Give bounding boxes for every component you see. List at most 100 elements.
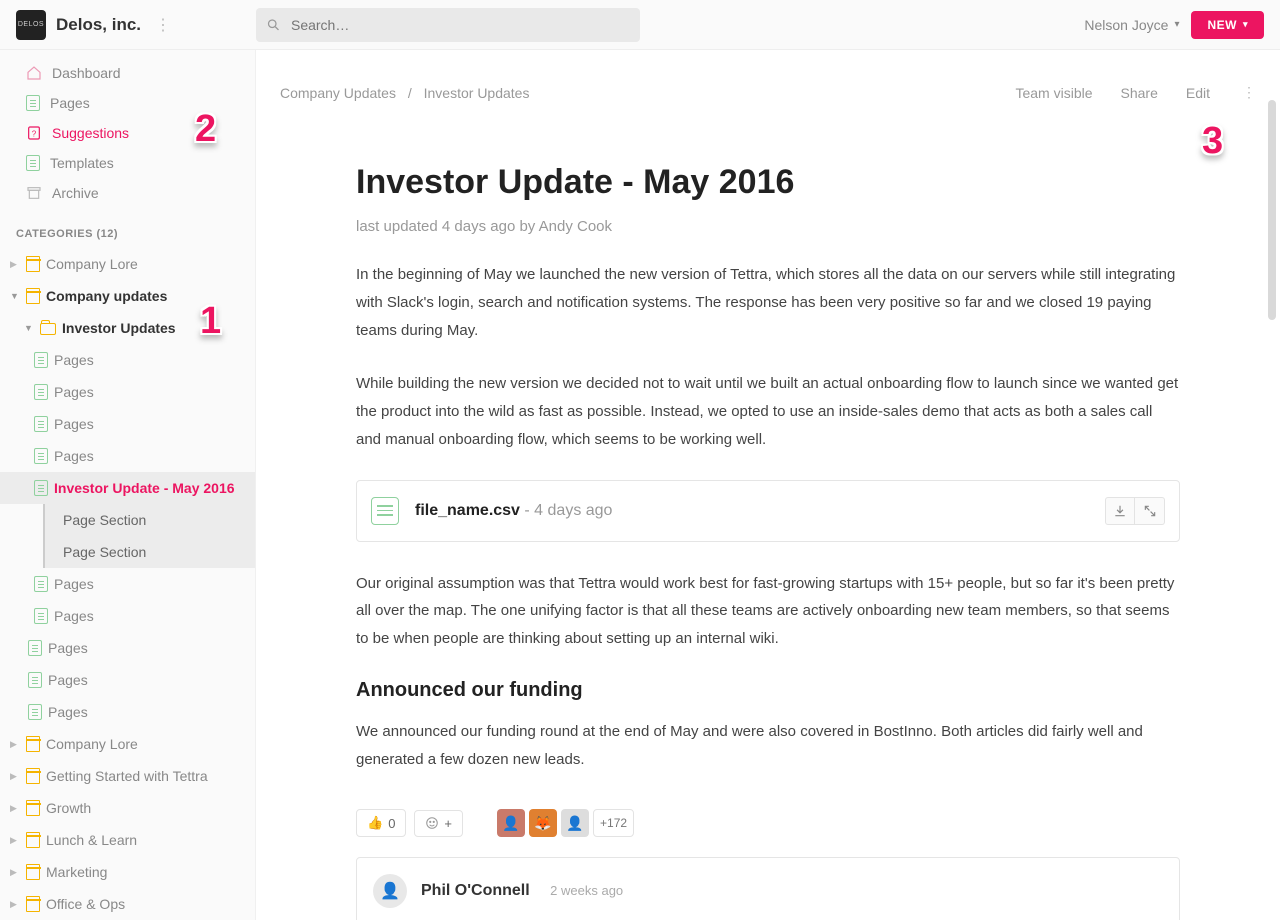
categories-header: CATEGORIES (12) [0, 208, 255, 248]
caret-right-icon: ▶ [10, 867, 20, 878]
page-section-link[interactable]: Page Section [43, 504, 255, 536]
cat-growth[interactable]: ▶Growth [0, 792, 255, 824]
chevron-down-icon: ▾ [1243, 19, 1248, 30]
annotation-1: 1 [200, 300, 244, 350]
page-menu-icon[interactable]: ⋮ [1238, 80, 1260, 105]
viewer-avatar[interactable]: 👤 [497, 809, 525, 837]
tree-page[interactable]: Pages [0, 440, 255, 472]
page-icon [34, 608, 48, 624]
cat-lunch-learn[interactable]: ▶Lunch & Learn [0, 824, 255, 856]
new-button[interactable]: NEW ▾ [1191, 11, 1264, 39]
tree-page[interactable]: Pages [0, 408, 255, 440]
search-input[interactable] [289, 16, 630, 34]
comment-author: Phil O'Connell [421, 882, 530, 899]
thumbs-up-icon: 👍 [367, 815, 383, 831]
attachment-card: file_name.csv - 4 days ago [356, 480, 1180, 542]
category-icon [26, 288, 40, 304]
caret-right-icon: ▶ [10, 259, 20, 270]
chevron-down-icon: ▾ [1174, 19, 1179, 30]
page-icon [28, 704, 42, 720]
page-section-link[interactable]: Page Section [43, 536, 255, 568]
attachment-meta: - 4 days ago [520, 502, 613, 519]
download-icon [1113, 504, 1127, 518]
comment-time: 2 weeks ago [550, 883, 623, 898]
page-icon [34, 352, 48, 368]
cat-office-ops[interactable]: ▶Office & Ops [0, 888, 255, 920]
category-icon [26, 832, 40, 848]
main-content: Company Updates / Investor Updates Team … [256, 50, 1280, 920]
tree-page[interactable]: Pages [0, 568, 255, 600]
svg-text:?: ? [32, 129, 37, 138]
home-icon [26, 65, 42, 81]
annotation-2: 2 [195, 108, 239, 158]
caret-right-icon: ▶ [10, 739, 20, 750]
page-meta: last updated 4 days ago by Andy Cook [356, 218, 1180, 235]
caret-right-icon: ▶ [10, 899, 20, 910]
caret-down-icon: ▼ [24, 323, 34, 333]
avatar: 👤 [373, 874, 407, 908]
page-icon [34, 416, 48, 432]
paragraph: We announced our funding round at the en… [356, 718, 1180, 774]
comment: 👤 Phil O'Connell 2 weeks ago [356, 857, 1180, 920]
tree-active-page[interactable]: Investor Update - May 2016 [0, 472, 255, 504]
tree-page[interactable]: Pages [0, 376, 255, 408]
tree-page[interactable]: Pages [0, 696, 255, 728]
reaction-count: 0 [388, 816, 395, 831]
paragraph: In the beginning of May we launched the … [356, 261, 1180, 344]
scroll-thumb[interactable] [1268, 100, 1276, 320]
nav-archive[interactable]: Archive [0, 178, 255, 208]
org-name: Delos, inc. [56, 15, 141, 35]
sidebar: Dashboard Pages ? Suggestions Templates … [0, 50, 256, 920]
page-icon [28, 640, 42, 656]
tree-page[interactable]: Pages [0, 632, 255, 664]
cat-getting-started[interactable]: ▶Getting Started with Tettra [0, 760, 255, 792]
breadcrumb-child[interactable]: Investor Updates [424, 85, 530, 101]
page-icon [26, 155, 40, 171]
user-name: Nelson Joyce [1084, 17, 1168, 33]
cat-marketing[interactable]: ▶Marketing [0, 856, 255, 888]
org-menu-icon[interactable]: ⋮ [151, 11, 175, 39]
expand-icon [1143, 504, 1157, 518]
folder-icon [40, 323, 56, 335]
cat-company-lore[interactable]: ▶ Company Lore [0, 248, 255, 280]
tree-page[interactable]: Pages [0, 664, 255, 696]
caret-right-icon: ▶ [10, 803, 20, 814]
expand-button[interactable] [1135, 497, 1165, 525]
viewer-avatar[interactable]: 👤 [561, 809, 589, 837]
visibility-button[interactable]: Team visible [1015, 85, 1092, 101]
question-icon: ? [26, 125, 42, 141]
archive-icon [26, 185, 42, 201]
breadcrumb-parent[interactable]: Company Updates [280, 85, 396, 101]
page-title: Investor Update - May 2016 [356, 163, 1180, 202]
category-icon [26, 896, 40, 912]
paragraph: While building the new version we decide… [356, 370, 1180, 453]
page-icon [28, 672, 42, 688]
caret-right-icon: ▶ [10, 771, 20, 782]
category-icon [26, 256, 40, 272]
viewer-avatar[interactable]: 🦊 [529, 809, 557, 837]
add-reaction-button[interactable]: + [414, 810, 463, 837]
share-button[interactable]: Share [1121, 85, 1158, 101]
page-icon [34, 384, 48, 400]
paragraph: Our original assumption was that Tettra … [356, 570, 1180, 653]
nav-dashboard[interactable]: Dashboard [0, 58, 255, 88]
org-logo: DELOS [16, 10, 46, 40]
caret-right-icon: ▶ [10, 835, 20, 846]
category-icon [26, 800, 40, 816]
category-icon [26, 768, 40, 784]
page-icon [26, 95, 40, 111]
attachment-name[interactable]: file_name.csv [415, 502, 520, 519]
scrollbar[interactable] [1268, 100, 1278, 860]
caret-down-icon: ▼ [10, 291, 20, 301]
viewer-overflow[interactable]: +172 [593, 809, 634, 837]
search-icon [266, 17, 281, 33]
reaction-thumbs-up[interactable]: 👍 0 [356, 809, 406, 837]
annotation-3: 3 [1202, 120, 1246, 170]
tree-page[interactable]: Pages [0, 600, 255, 632]
edit-button[interactable]: Edit [1186, 85, 1210, 101]
download-button[interactable] [1105, 497, 1135, 525]
user-menu[interactable]: Nelson Joyce ▾ [1072, 11, 1191, 39]
search-input-wrapper[interactable] [256, 8, 640, 42]
section-heading: Announced our funding [356, 679, 1180, 702]
cat-company-lore-2[interactable]: ▶Company Lore [0, 728, 255, 760]
